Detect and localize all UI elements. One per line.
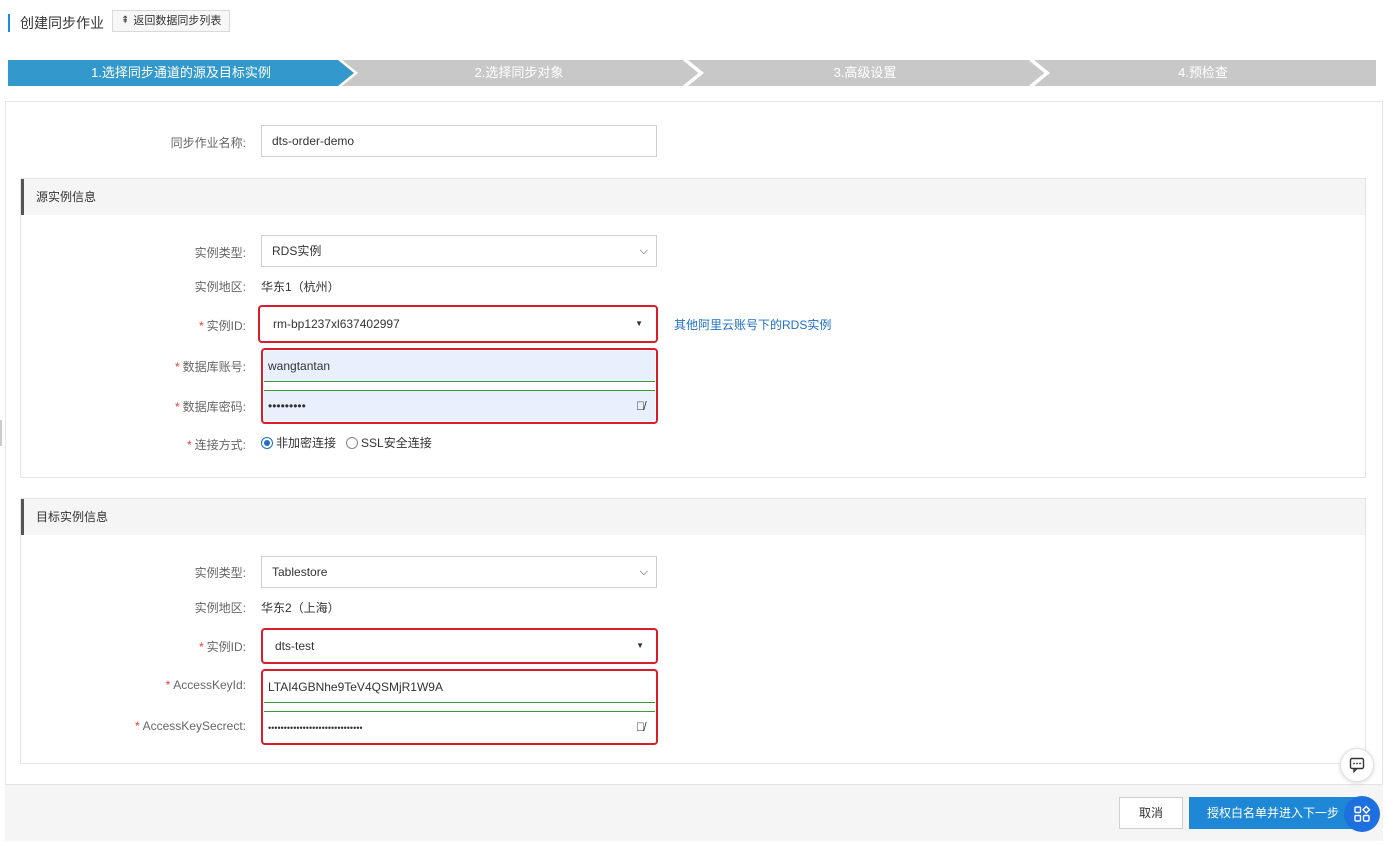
form-footer: 取消 授权白名单并进入下一步 [5,784,1383,841]
step-1-label: 1.选择同步通道的源及目标实例 [91,65,271,80]
target-id-value: dts-test [275,639,315,653]
top-bar: 创建同步作业 ⇞ 返回数据同步列表 [0,0,1388,48]
wizard-steps: 1.选择同步通道的源及目标实例 2.选择同步对象 3.高级设置 4.预检查 [8,60,1376,86]
db-account-label: * 数据库账号: [6,358,246,375]
radio-non-encrypted[interactable]: 非加密连接 [261,434,336,451]
step-4[interactable]: 4.预检查 [1030,60,1376,86]
source-type-label: 实例类型: [194,246,246,260]
eye-slash-icon[interactable]: 👁̸ [636,712,645,742]
access-key-id-label: * AccessKeyId: [6,678,246,692]
access-key-secret-value: •••••••••••••••••••••••••••••• [268,723,363,733]
back-to-list-label: 返回数据同步列表 [133,15,222,27]
radio-ssl-label: SSL安全连接 [361,436,432,450]
source-id-label-text: 实例ID: [206,319,246,333]
target-section-title: 目标实例信息 [21,499,1365,535]
target-region-label: 实例地区: [194,601,246,615]
target-type-value: Tablestore [272,565,328,579]
db-password-input[interactable]: ••••••••• 👁̸ [264,391,655,421]
source-type-value: RDS实例 [272,244,322,258]
job-name-label: 同步作业名称: [170,136,246,150]
step-1[interactable]: 1.选择同步通道的源及目标实例 [8,60,354,86]
chat-icon[interactable] [1340,748,1374,782]
chevron-down-icon: ⌵ [639,566,648,578]
source-section-title: 源实例信息 [21,179,1365,215]
target-type-label: 实例类型: [194,566,246,580]
db-password-label: * 数据库密码: [6,398,246,415]
source-type-select[interactable]: RDS实例 ⌵ [261,235,657,267]
db-password-label-text: 数据库密码: [182,400,246,414]
apps-grid-shape [1354,805,1371,822]
side-handle[interactable] [0,420,2,446]
job-name-input[interactable]: dts-order-demo [261,125,657,157]
connection-label-text: 连接方式: [194,438,246,452]
cancel-button[interactable]: 取消 [1119,797,1183,829]
eye-slash-icon[interactable]: 👁̸ [636,391,645,421]
chevron-down-icon: ⌵ [639,245,648,257]
required-star: * [186,438,192,452]
source-region-label: 实例地区: [194,280,246,294]
required-star: * [174,400,180,414]
other-account-link[interactable]: 其他阿里云账号下的RDS实例 [674,316,831,333]
target-region-value: 华东2（上海） [261,601,340,615]
access-key-secret-label-text: AccessKeySecrect: [142,719,246,733]
step-2-label: 2.选择同步对象 [474,65,564,80]
form-panel: 同步作业名称: dts-order-demo 源实例信息 实例类型: RDS实例… [5,101,1383,841]
step-2[interactable]: 2.选择同步对象 [338,60,700,86]
source-id-value: rm-bp1237xl637402997 [273,317,400,331]
connection-radio-group: 非加密连接 SSL安全连接 [261,434,442,451]
radio-unchecked-icon [346,436,359,449]
target-id-label: * 实例ID: [6,638,246,655]
access-key-id-label-text: AccessKeyId: [173,678,246,692]
access-key-id-underline [264,702,655,703]
caret-down-icon: ▼ [635,319,643,328]
step-3-label: 3.高级设置 [833,65,897,80]
target-id-select[interactable]: dts-test ▼ [264,630,655,662]
required-star: * [174,360,180,374]
radio-ssl[interactable]: SSL安全连接 [346,434,432,451]
required-star: * [198,319,204,333]
upload-arrow-icon: ⇞ [121,15,130,26]
radio-non-encrypted-label: 非加密连接 [276,436,337,450]
caret-down-icon: ▼ [636,641,644,650]
page-title: 创建同步作业 [8,14,104,32]
access-key-id-input[interactable]: LTAI4GBNhe9TeV4QSMjR1W9A [264,672,655,702]
step-4-label: 4.预检查 [1178,65,1228,80]
db-password-value: ••••••••• [268,399,306,413]
source-id-label: * 实例ID: [6,317,246,334]
db-account-input[interactable]: wangtantan [264,351,655,381]
step-3[interactable]: 3.高级设置 [684,60,1046,86]
access-key-secret-input[interactable]: •••••••••••••••••••••••••••••• 👁̸ [264,712,655,742]
required-star: * [165,678,171,692]
access-key-secret-label: * AccessKeySecrect: [6,719,246,733]
chat-bubble-shape [1349,757,1365,773]
target-type-select[interactable]: Tablestore ⌵ [261,556,657,588]
source-id-select[interactable]: rm-bp1237xl637402997 ▼ [262,308,654,340]
apps-icon[interactable] [1344,796,1380,832]
target-id-label-text: 实例ID: [206,640,246,654]
db-account-underline [264,381,655,382]
back-to-list-button[interactable]: ⇞ 返回数据同步列表 [112,10,231,32]
connection-label: * 连接方式: [6,436,246,453]
required-star: * [134,719,140,733]
db-account-label-text: 数据库账号: [182,360,246,374]
authorize-next-button[interactable]: 授权白名单并进入下一步 [1189,797,1357,829]
source-region-value: 华东1（杭州） [261,280,340,294]
required-star: * [198,640,204,654]
radio-checked-icon [261,436,273,449]
